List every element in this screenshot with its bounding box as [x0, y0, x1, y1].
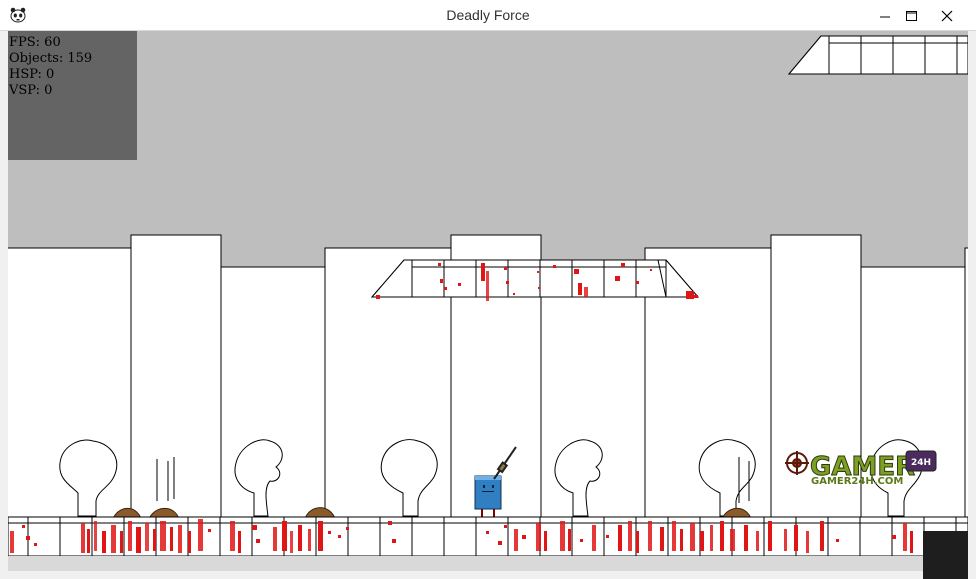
debug-hud: FPS: 60 Objects: 159 HSP: 0 VSP: 0 — [8, 31, 137, 160]
taskbar-corner — [923, 531, 968, 579]
minimize-button[interactable] — [872, 0, 898, 31]
ground-shadow — [8, 556, 968, 571]
watermark-url: GAMER24H.COM — [811, 476, 903, 487]
window-title: Deadly Force — [446, 7, 530, 23]
hud-objects: Objects: 159 — [9, 51, 93, 66]
building — [540, 266, 646, 549]
hud-vsp: VSP: 0 — [9, 83, 53, 98]
building — [964, 247, 968, 549]
building — [8, 247, 132, 549]
close-icon — [941, 10, 953, 21]
hud-fps: FPS: 60 — [9, 35, 61, 50]
watermark-badge: 24H — [911, 458, 931, 468]
building — [130, 234, 222, 549]
maximize-icon — [905, 10, 917, 21]
game-viewport[interactable]: GAMER 24H GAMER24H.COM FPS: 60 Objects: … — [8, 31, 968, 571]
game-scene: GAMER 24H GAMER24H.COM — [8, 31, 968, 571]
building — [860, 266, 966, 549]
building — [770, 234, 862, 549]
close-button[interactable] — [924, 0, 970, 31]
minimize-icon — [880, 16, 890, 17]
title-bar: Deadly Force — [0, 0, 976, 31]
hud-hsp: HSP: 0 — [9, 67, 55, 82]
top-right-platform — [787, 35, 968, 75]
maximize-button[interactable] — [898, 0, 924, 31]
floating-platform — [370, 259, 700, 298]
building — [220, 266, 326, 549]
